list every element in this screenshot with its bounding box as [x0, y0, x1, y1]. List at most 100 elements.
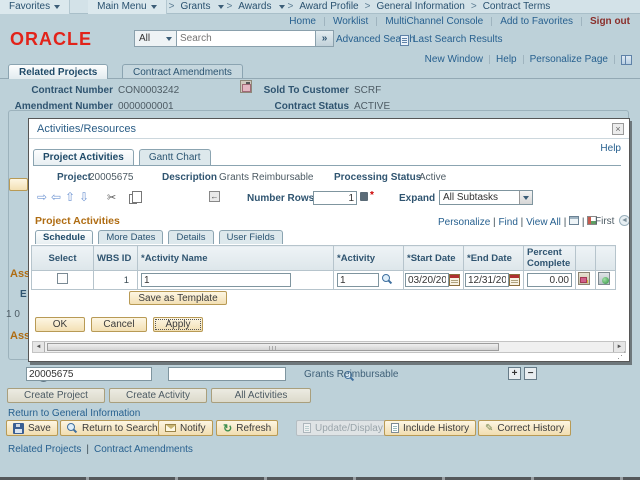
tab-schedule[interactable]: Schedule	[35, 230, 93, 244]
col-percent-complete: Percent Complete	[524, 246, 576, 271]
scroll-left-icon[interactable]: ◄	[33, 342, 45, 352]
find-link[interactable]: Find	[498, 217, 517, 228]
sold-to-customer-value: SCRF	[354, 85, 381, 96]
modal-title-bar: Activities/Resources ×	[29, 119, 629, 139]
activity-resources-icon[interactable]	[598, 272, 610, 285]
search-scope-dropdown[interactable]: All	[134, 30, 176, 47]
move-down-icon[interactable]: ⇩	[79, 191, 89, 203]
personalize-link[interactable]: Personalize	[438, 217, 490, 228]
refresh-icon: ↻	[223, 422, 232, 435]
divider	[376, 17, 377, 26]
row-select-checkbox[interactable]	[57, 273, 68, 284]
tab-related-projects[interactable]: Related Projects	[8, 64, 108, 79]
start-date-input[interactable]	[405, 273, 449, 287]
percent-complete-input[interactable]	[527, 273, 572, 287]
cancel-button[interactable]: Cancel	[91, 317, 147, 332]
return-to-search-button[interactable]: Return to Search	[60, 420, 165, 436]
end-date-input[interactable]	[465, 273, 509, 287]
breadcrumb-general-information[interactable]: General Information	[372, 1, 468, 12]
include-history-button[interactable]: Include History	[384, 420, 476, 436]
activities-resources-modal: Activities/Resources × Help Project Acti…	[28, 118, 630, 362]
tab-contract-amendments[interactable]: Contract Amendments	[122, 64, 243, 79]
update-display-button: Update/Display	[296, 420, 390, 436]
refresh-button[interactable]: ↻Refresh	[216, 420, 278, 436]
breadcrumb-award-profile[interactable]: Award Profile	[295, 1, 362, 12]
favorites-menu[interactable]: Favorites	[0, 0, 70, 14]
create-project-button[interactable]: Create Project	[7, 388, 105, 403]
apply-button[interactable]: Apply	[153, 317, 203, 332]
start-date-calendar-icon[interactable]	[449, 274, 460, 286]
close-icon[interactable]: ×	[612, 123, 624, 135]
add-row-icon[interactable]: +	[508, 367, 521, 380]
col-activity: *Activity	[334, 246, 404, 271]
create-activity-button[interactable]: Create Activity	[109, 388, 207, 403]
return-to-general-information-link[interactable]: Return to General Information	[8, 408, 140, 419]
modal-help-link[interactable]: Help	[600, 143, 621, 154]
personalize-page-link[interactable]: Personalize Page	[530, 54, 608, 65]
activity-filter-input[interactable]	[168, 367, 286, 381]
indent-right-icon[interactable]: ⇨	[37, 191, 47, 203]
footer-contract-amendments-link[interactable]: Contract Amendments	[94, 444, 193, 455]
correct-history-button[interactable]: ✎Correct History	[478, 420, 571, 436]
main-menu[interactable]: Main Menu	[88, 0, 166, 14]
breadcrumb-grants[interactable]: Grants	[176, 1, 214, 12]
activity-name-input[interactable]	[141, 273, 291, 287]
activity-notes-icon[interactable]	[578, 272, 590, 285]
resize-grip-icon[interactable]: ⋰	[617, 350, 626, 361]
caret-down-icon	[523, 196, 529, 200]
breadcrumb-awards[interactable]: Awards	[234, 1, 275, 12]
outdent-left-icon[interactable]: ⇦	[51, 191, 61, 203]
activity-input[interactable]	[337, 273, 379, 287]
header-utility-links: Home Worklist MultiChannel Console Add t…	[289, 16, 630, 27]
tab-details[interactable]: Details	[168, 230, 213, 244]
worklist-link[interactable]: Worklist	[333, 16, 368, 27]
copy-icon[interactable]	[129, 194, 137, 204]
activity-lookup-icon[interactable]	[382, 274, 393, 285]
save-button[interactable]: Save	[6, 420, 58, 436]
end-date-calendar-icon[interactable]	[509, 274, 520, 286]
new-window-link[interactable]: New Window	[425, 54, 483, 65]
move-up-icon[interactable]: ⇧	[65, 191, 75, 203]
footer-related-projects-link[interactable]: Related Projects	[8, 444, 81, 455]
notify-button[interactable]: Notify	[158, 420, 213, 436]
modal-horizontal-scrollbar[interactable]: ◄ ►	[32, 341, 626, 353]
insert-row-icon[interactable]: ←	[209, 191, 220, 202]
divider: |	[521, 217, 524, 228]
search-go-button[interactable]: »	[316, 30, 334, 47]
col-select: Select	[32, 246, 94, 271]
add-rows-icon[interactable]	[360, 192, 368, 201]
breadcrumb-contract-terms[interactable]: Contract Terms	[479, 1, 555, 12]
col-icon-2	[596, 246, 616, 271]
pager-first-icon[interactable]: ◄	[619, 215, 630, 226]
save-label: Save	[28, 423, 51, 434]
layout-grid-icon[interactable]	[621, 55, 632, 65]
cut-icon[interactable]: ✂	[107, 191, 116, 204]
expand-select[interactable]: All Subtasks	[439, 190, 533, 205]
delete-row-icon[interactable]: −	[524, 367, 537, 380]
add-to-favorites-link[interactable]: Add to Favorites	[500, 16, 573, 27]
save-as-template-button[interactable]: Save as Template	[129, 291, 227, 305]
last-search-results-link[interactable]: Last Search Results	[413, 34, 503, 45]
ok-button[interactable]: OK	[35, 317, 85, 332]
tab-project-activities[interactable]: Project Activities	[33, 149, 134, 165]
view-all-link[interactable]: View All	[526, 217, 561, 228]
return-to-search-icon	[67, 423, 78, 434]
project-id-input[interactable]	[26, 367, 152, 381]
multichannel-console-link[interactable]: MultiChannel Console	[385, 16, 483, 27]
select-dropdown-button[interactable]	[519, 191, 532, 204]
sign-out-link[interactable]: Sign out	[590, 16, 630, 27]
divider	[324, 17, 325, 26]
tab-gantt-chart[interactable]: Gantt Chart	[139, 149, 211, 165]
scrollbar-thumb[interactable]	[47, 343, 499, 351]
save-disk-icon	[13, 423, 24, 434]
popup-window-icon[interactable]	[569, 216, 579, 225]
home-link[interactable]: Home	[289, 16, 316, 27]
all-activities-button[interactable]: All Activities	[211, 388, 311, 403]
tab-more-dates[interactable]: More Dates	[98, 230, 163, 244]
tab-user-fields[interactable]: User Fields	[219, 230, 283, 244]
search-input[interactable]	[176, 30, 316, 47]
caret-down-icon	[151, 5, 157, 9]
col-activity-name: *Activity Name	[138, 246, 334, 271]
help-link[interactable]: Help	[496, 54, 517, 65]
number-rows-input[interactable]	[313, 191, 357, 205]
